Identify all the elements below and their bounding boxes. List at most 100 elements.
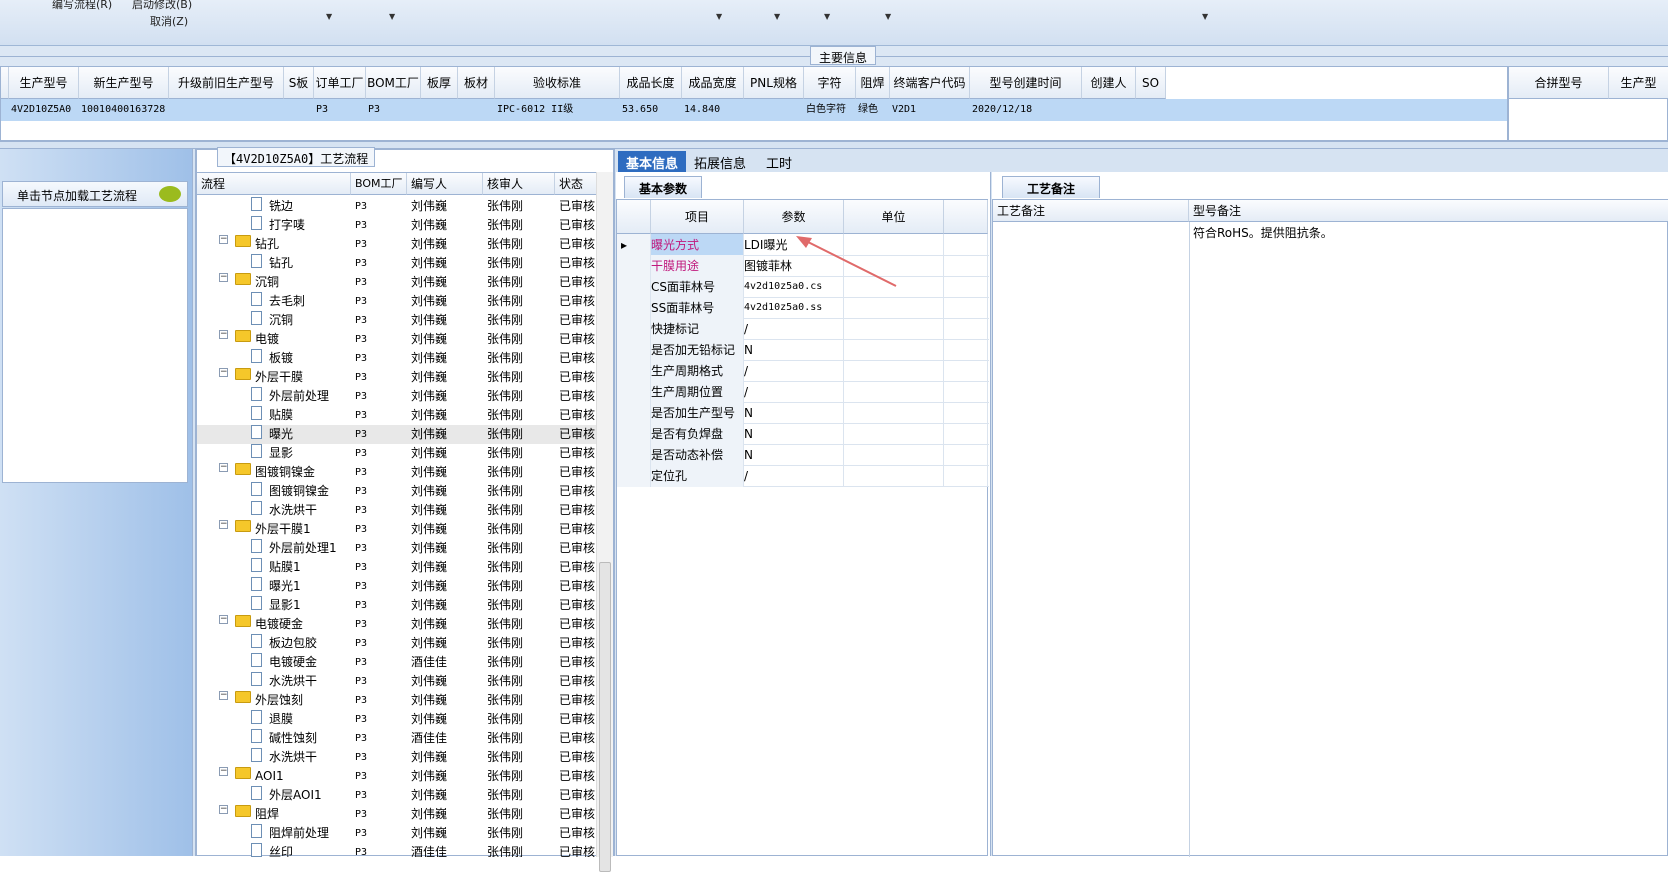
chevron-down-icon[interactable]: ▼	[774, 12, 780, 21]
main-cell[interactable]: 2020/12/18	[970, 99, 1082, 121]
tree-row[interactable]: 外层AOI1 P3 刘伟巍 张伟刚 已审核	[197, 786, 597, 805]
collapse-icon[interactable]: −	[219, 805, 228, 814]
collapse-icon[interactable]: −	[219, 330, 228, 339]
tree-node-label[interactable]: 曝光1	[269, 577, 301, 596]
tree-node-label[interactable]: 贴膜1	[269, 558, 301, 577]
main-cell[interactable]	[421, 99, 458, 121]
main-cell[interactable]: V2D1	[890, 99, 970, 121]
collapse-icon[interactable]: −	[219, 235, 228, 244]
chevron-down-icon[interactable]: ▼	[326, 12, 332, 21]
main-col-header[interactable]: 创建人	[1082, 67, 1136, 99]
tree-node-label[interactable]: 阻焊前处理	[269, 824, 329, 843]
tree-row[interactable]: 板边包胶 P3 刘伟巍 张伟刚 已审核	[197, 634, 597, 653]
tree-node-label[interactable]: 板镀	[269, 349, 293, 368]
param-unit[interactable]	[844, 360, 944, 382]
main-col-header[interactable]: 生产型号	[9, 67, 79, 99]
tree-row[interactable]: − AOI1 P3 刘伟巍 张伟刚 已审核	[197, 767, 597, 786]
tree-row[interactable]: − 外层干膜 P3 刘伟巍 张伟刚 已审核	[197, 368, 597, 387]
main-col-header[interactable]: 新生产型号	[79, 67, 169, 99]
tab-work-hours[interactable]: 工时	[758, 151, 800, 172]
collapse-icon[interactable]: −	[219, 767, 228, 776]
tree-row[interactable]: − 电镀硬金 P3 刘伟巍 张伟刚 已审核	[197, 615, 597, 634]
collapse-icon[interactable]: −	[219, 615, 228, 624]
param-row[interactable]: 是否有负焊盘 N	[617, 423, 989, 445]
basic-params-tab[interactable]: 基本参数	[624, 176, 703, 198]
tree-node-label[interactable]: 阻焊	[255, 805, 279, 824]
tree-node-label[interactable]: 外层干膜1	[255, 520, 311, 539]
main-cell[interactable]: 14.840	[682, 99, 744, 121]
main-col-header[interactable]: 成品宽度	[682, 67, 744, 99]
param-value[interactable]: /	[744, 465, 844, 487]
tree-row[interactable]: 贴膜1 P3 刘伟巍 张伟刚 已审核	[197, 558, 597, 577]
main-cell[interactable]	[1136, 99, 1166, 121]
col-status[interactable]: 状态	[555, 173, 597, 195]
main-cell[interactable]: P3	[314, 99, 366, 121]
col-unit[interactable]: 单位	[844, 200, 944, 234]
col-bom[interactable]: BOM工厂	[351, 173, 407, 195]
main-col-header[interactable]: PNL规格	[744, 67, 804, 99]
tree-row[interactable]: 显影 P3 刘伟巍 张伟刚 已审核	[197, 444, 597, 463]
tree-row[interactable]: − 外层蚀刻 P3 刘伟巍 张伟刚 已审核	[197, 691, 597, 710]
tree-node-label[interactable]: 显影	[269, 444, 293, 463]
chevron-down-icon[interactable]: ▼	[389, 12, 395, 21]
tree-row[interactable]: 水洗烘干 P3 刘伟巍 张伟刚 已审核	[197, 672, 597, 691]
tree-row[interactable]: 电镀硬金 P3 酒佳佳 张伟刚 已审核	[197, 653, 597, 672]
main-cell[interactable]	[1082, 99, 1136, 121]
col-param[interactable]: 参数	[744, 200, 844, 234]
collapse-icon[interactable]: −	[219, 273, 228, 282]
tree-node-label[interactable]: 贴膜	[269, 406, 293, 425]
tree-row[interactable]: − 阻焊 P3 刘伟巍 张伟刚 已审核	[197, 805, 597, 824]
tree-row[interactable]: − 沉铜 P3 刘伟巍 张伟刚 已审核	[197, 273, 597, 292]
param-value[interactable]: 4v2d10z5a0.ss	[744, 297, 844, 319]
main-col-header[interactable]: 板材	[458, 67, 495, 99]
main-col-header[interactable]: 阻焊	[856, 67, 890, 99]
tree-node-label[interactable]: 电镀硬金	[255, 615, 303, 634]
col-flow[interactable]: 流程	[197, 173, 351, 195]
main-col-header[interactable]: 字符	[804, 67, 856, 99]
main-col-header[interactable]: 升级前旧生产型号	[169, 67, 284, 99]
tree-node-label[interactable]: 沉铜	[269, 311, 293, 330]
chevron-down-icon[interactable]: ▼	[716, 12, 722, 21]
col-writer[interactable]: 编写人	[407, 173, 483, 195]
tab-extended-info[interactable]: 拓展信息	[686, 151, 754, 172]
chevron-down-icon[interactable]: ▼	[824, 12, 830, 21]
param-unit[interactable]	[844, 297, 944, 319]
main-cell[interactable]: 10010400163728	[79, 99, 169, 121]
tree-node-label[interactable]: 外层前处理1	[269, 539, 337, 558]
col-item[interactable]: 项目	[651, 200, 744, 234]
tree-row[interactable]: − 图镀铜镍金 P3 刘伟巍 张伟刚 已审核	[197, 463, 597, 482]
tree-row[interactable]: 碱性蚀刻 P3 酒佳佳 张伟刚 已审核	[197, 729, 597, 748]
main-col-header[interactable]: 订单工厂	[314, 67, 366, 99]
tree-node-label[interactable]: 外层AOI1	[269, 786, 322, 805]
tab-basic-info[interactable]: 基本信息	[618, 151, 687, 172]
tree-node-label[interactable]: 水洗烘干	[269, 501, 317, 520]
collapse-icon[interactable]: −	[219, 520, 228, 529]
tree-node-label[interactable]: 板边包胶	[269, 634, 317, 653]
tree-node-label[interactable]: 钻孔	[255, 235, 279, 254]
load-flow-header[interactable]: 单击节点加载工艺流程	[2, 181, 188, 207]
main-col-header[interactable]: 板厚	[421, 67, 458, 99]
main-cell[interactable]: 4V2D10Z5A0	[9, 99, 79, 121]
param-unit[interactable]	[844, 444, 944, 466]
main-col-header[interactable]: 型号创建时间	[970, 67, 1082, 99]
tree-row[interactable]: 沉铜 P3 刘伟巍 张伟刚 已审核	[197, 311, 597, 330]
tree-node-label[interactable]: AOI1	[255, 767, 284, 786]
tree-row[interactable]: − 电镀 P3 刘伟巍 张伟刚 已审核	[197, 330, 597, 349]
tree-node-label[interactable]: 图镀铜镍金	[269, 482, 329, 501]
tree-row[interactable]: 外层前处理 P3 刘伟巍 张伟刚 已审核	[197, 387, 597, 406]
main-cell[interactable]	[458, 99, 495, 121]
tree-row[interactable]: 贴膜 P3 刘伟巍 张伟刚 已审核	[197, 406, 597, 425]
tree-node-label[interactable]: 电镀硬金	[269, 653, 317, 672]
production-model-header[interactable]: 生产型	[1609, 67, 1668, 99]
param-row[interactable]: 定位孔 /	[617, 465, 989, 487]
tree-node-label[interactable]: 退膜	[269, 710, 293, 729]
main-cell[interactable]	[284, 99, 314, 121]
tree-row[interactable]: 曝光 P3 刘伟巍 张伟刚 已审核	[197, 425, 597, 444]
tree-row[interactable]: 板镀 P3 刘伟巍 张伟刚 已审核	[197, 349, 597, 368]
main-cell[interactable]: 白色字符	[804, 99, 856, 121]
param-value[interactable]: N	[744, 444, 844, 466]
tree-row[interactable]: 曝光1 P3 刘伟巍 张伟刚 已审核	[197, 577, 597, 596]
tree-row[interactable]: 去毛刺 P3 刘伟巍 张伟刚 已审核	[197, 292, 597, 311]
tree-node-label[interactable]: 外层蚀刻	[255, 691, 303, 710]
tree-scrollbar[interactable]	[596, 172, 613, 872]
